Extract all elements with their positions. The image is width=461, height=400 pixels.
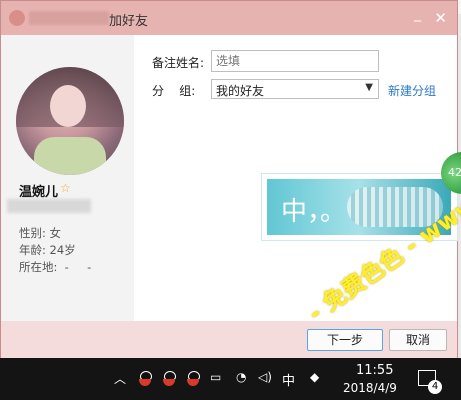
battery-icon[interactable]: ▭ [210, 370, 221, 384]
tray-expand-icon[interactable]: ︿ [114, 370, 126, 387]
profile-location: 所在地: - - [19, 260, 92, 274]
add-friend-dialog: 加好友 _ ✕ 温婉儿 ☆ 性别: 女 年龄: 24岁 所在地: - - 备注姓… [0, 0, 458, 358]
remark-label: 备注姓名: [152, 56, 205, 70]
group-selected-value: 我的好友 [216, 84, 265, 98]
minimize-button[interactable]: _ [414, 6, 421, 22]
taskbar: ︿ ▭ ◔ ◁) 中 ◆ 11:55 2018/4/9 4 [0, 358, 461, 400]
title-blurred-name [29, 11, 109, 25]
volume-icon[interactable]: ◁) [258, 370, 272, 384]
remark-name-input[interactable] [211, 50, 379, 72]
qq-tray-icon[interactable] [186, 371, 200, 387]
clock-time[interactable]: 11:55 [356, 363, 393, 378]
title-avatar [9, 10, 25, 26]
next-button[interactable]: 下一步 [307, 329, 383, 351]
profile-panel: 温婉儿 ☆ 性别: 女 年龄: 24岁 所在地: - - [1, 35, 134, 321]
qq-tray-icon[interactable] [162, 371, 176, 387]
group-label: 分 组: [152, 84, 196, 98]
dropdown-arrow-icon: ▼ [365, 82, 373, 93]
profile-age: 年龄: 24岁 [19, 243, 76, 257]
qq-tray-icon[interactable] [138, 371, 152, 387]
title-bar: 加好友 _ ✕ [1, 1, 457, 35]
close-button[interactable]: ✕ [434, 9, 447, 27]
group-select[interactable]: 我的好友 ▼ [211, 79, 379, 99]
wifi-icon[interactable]: ◔ [236, 370, 246, 384]
avatar [16, 67, 124, 175]
new-group-link[interactable]: 新建分组 [388, 82, 436, 99]
ad-text: 中，。 [281, 197, 347, 227]
cancel-button[interactable]: 取消 [389, 329, 447, 351]
notification-count-badge: 4 [428, 380, 442, 394]
account-number-blurred [7, 199, 91, 213]
security-tray-icon[interactable]: ◆ [310, 370, 319, 384]
ime-indicator[interactable]: 中 [282, 370, 295, 389]
star-icon: ☆ [60, 181, 71, 195]
profile-nickname: 温婉儿 [19, 185, 59, 200]
profile-gender: 性别: 女 [19, 226, 62, 240]
clock-date[interactable]: 2018/4/9 [343, 381, 397, 395]
dialog-title: 加好友 [109, 14, 149, 29]
